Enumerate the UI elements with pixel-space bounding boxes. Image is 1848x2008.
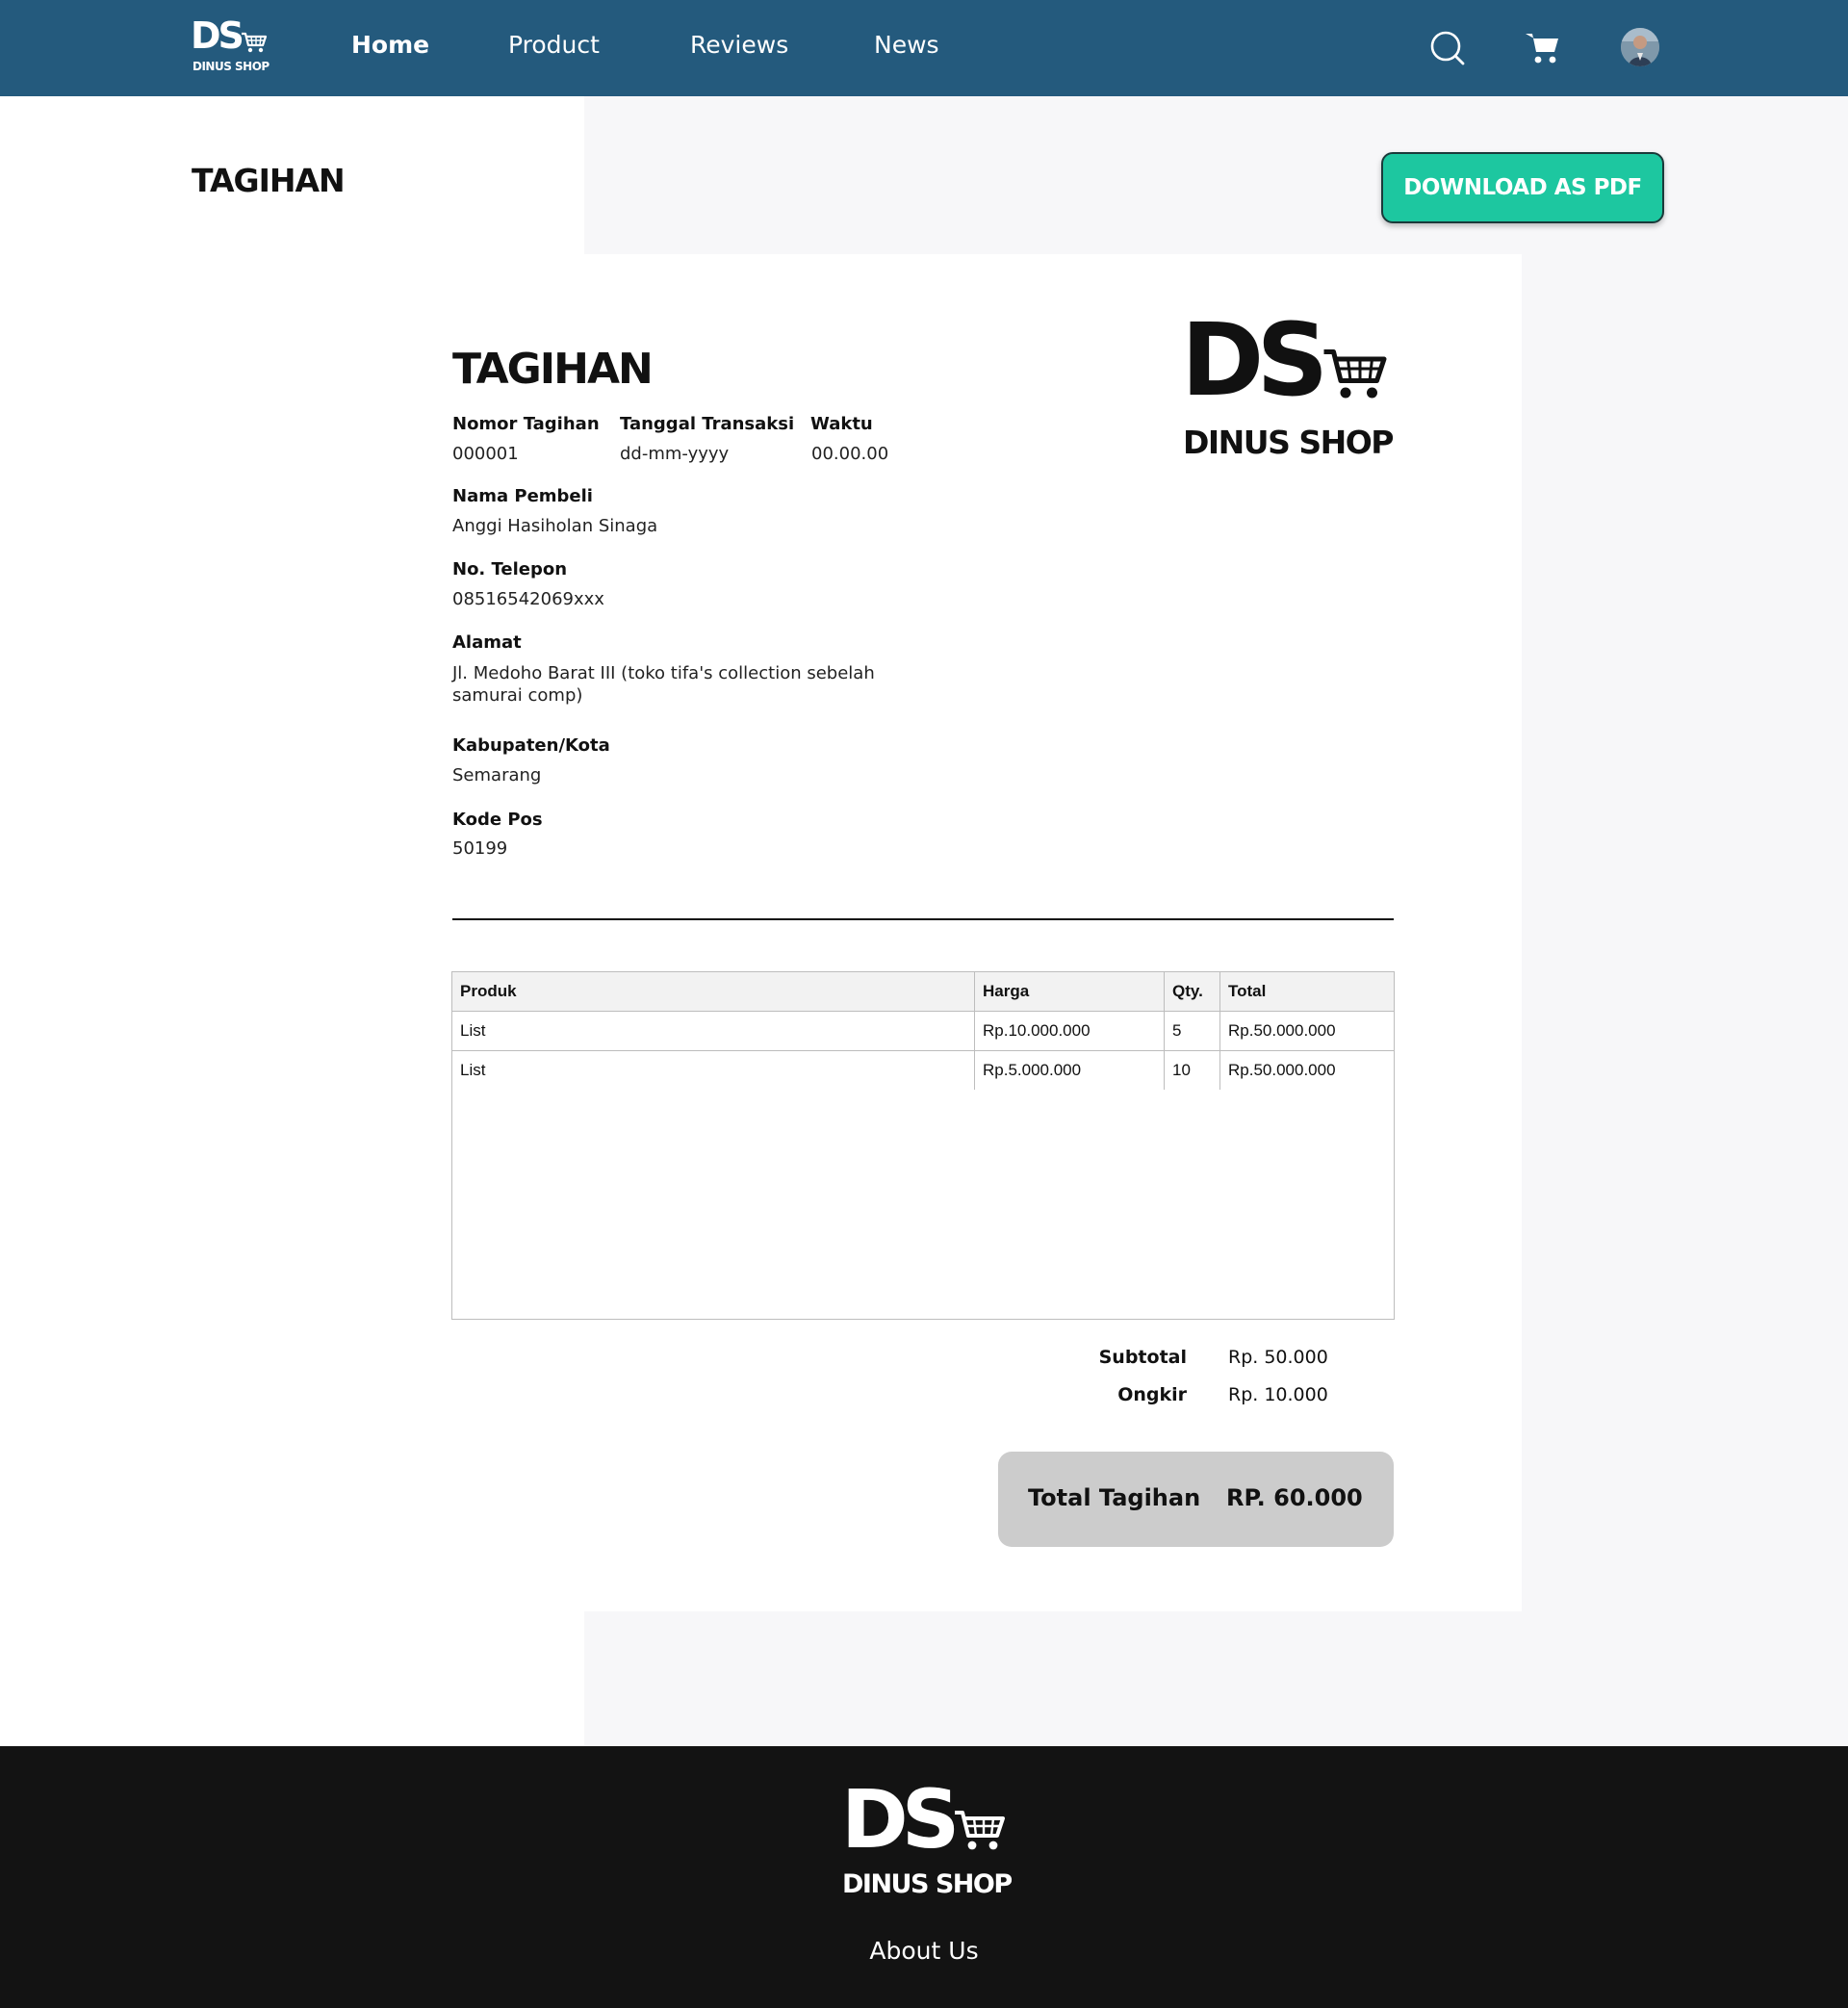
cell-produk: List (452, 1012, 975, 1050)
cell-harga: Rp.10.000.000 (975, 1012, 1165, 1050)
invoice-divider (452, 918, 1394, 920)
total-tagihan-value: RP. 60.000 (1226, 1484, 1363, 1511)
cell-produk: List (452, 1051, 975, 1090)
invoice-logo-name: DINUS SHOP (1183, 424, 1394, 461)
ongkir-value: Rp. 10.000 (1228, 1384, 1328, 1405)
total-tagihan-label: Total Tagihan (1028, 1484, 1201, 1511)
table-row: List Rp.10.000.000 5 Rp.50.000.000 (452, 1012, 1394, 1051)
page-title: TAGIHAN (192, 162, 346, 199)
cell-total: Rp.50.000.000 (1228, 1061, 1336, 1079)
kode-pos-label: Kode Pos (452, 810, 543, 830)
total-tagihan-box: Total Tagihan RP. 60.000 (998, 1452, 1394, 1547)
header-total: Total (1228, 982, 1267, 1000)
invoice-title: TAGIHAN (452, 345, 654, 394)
logo-initials: DS (191, 14, 244, 57)
invoice-logo-cart-icon (1323, 349, 1387, 399)
nav-link-news[interactable]: News (874, 31, 939, 59)
navbar: DS DINUS SHOP Home Product Reviews News (0, 0, 1848, 96)
telepon-value: 08516542069xxx (452, 589, 604, 609)
cell-total: Rp.50.000.000 (1228, 1021, 1336, 1040)
header-qty: Qty. (1165, 972, 1220, 1011)
nav-link-product[interactable]: Product (508, 31, 600, 59)
cart-icon[interactable] (1525, 31, 1561, 65)
waktu-label: Waktu (810, 414, 873, 434)
footer-logo-name: DINUS SHOP (842, 1869, 1013, 1899)
subtotal-value: Rp. 50.000 (1228, 1347, 1328, 1368)
ongkir-label: Ongkir (1117, 1384, 1187, 1405)
invoice-logo-initials: DS (1181, 301, 1328, 419)
alamat-value: Jl. Medoho Barat III (toko tifa's collec… (452, 663, 875, 706)
cell-qty: 5 (1165, 1012, 1220, 1050)
nomor-tagihan-label: Nomor Tagihan (452, 414, 600, 434)
logo-cart-icon (242, 32, 268, 53)
logo-name: DINUS SHOP (192, 60, 270, 73)
items-table: Produk Harga Qty. Total List Rp.10.000.0… (451, 971, 1395, 1320)
download-pdf-button[interactable]: DOWNLOAD AS PDF (1381, 152, 1664, 223)
nomor-tagihan-value: 000001 (452, 444, 519, 464)
nama-pembeli-value: Anggi Hasiholan Sinaga (452, 516, 658, 536)
alamat-label: Alamat (452, 632, 522, 653)
footer-logo-cart-icon (955, 1811, 1005, 1850)
invoice-logo: DS DINUS SHOP (1181, 310, 1394, 462)
tanggal-transaksi-value: dd-mm-yyyy (620, 444, 730, 464)
header-harga: Harga (975, 972, 1165, 1011)
cell-qty: 10 (1165, 1051, 1220, 1090)
about-us-link[interactable]: About Us (0, 1937, 1848, 1965)
header-produk: Produk (452, 972, 975, 1011)
nav-link-reviews[interactable]: Reviews (690, 31, 788, 59)
search-icon[interactable] (1429, 30, 1466, 66)
kota-value: Semarang (452, 765, 542, 785)
subtotal-label: Subtotal (1098, 1347, 1187, 1368)
table-header-row: Produk Harga Qty. Total (452, 972, 1394, 1012)
tanggal-transaksi-label: Tanggal Transaksi (620, 414, 795, 434)
table-row: List Rp.5.000.000 10 Rp.50.000.000 (452, 1051, 1394, 1091)
user-photo-icon (1621, 28, 1659, 66)
telepon-label: No. Telepon (452, 559, 568, 579)
waktu-value: 00.00.00 (811, 444, 889, 464)
nav-link-home[interactable]: Home (351, 31, 429, 59)
kota-label: Kabupaten/Kota (452, 735, 610, 756)
kode-pos-value: 50199 (452, 838, 508, 859)
brand-logo[interactable]: DS DINUS SHOP (191, 17, 271, 75)
footer-logo-initials: DS (841, 1772, 960, 1866)
nama-pembeli-label: Nama Pembeli (452, 486, 593, 506)
footer-logo[interactable]: DS DINUS SHOP (841, 1779, 1013, 1900)
cell-harga: Rp.5.000.000 (975, 1051, 1165, 1090)
avatar[interactable] (1621, 28, 1659, 66)
